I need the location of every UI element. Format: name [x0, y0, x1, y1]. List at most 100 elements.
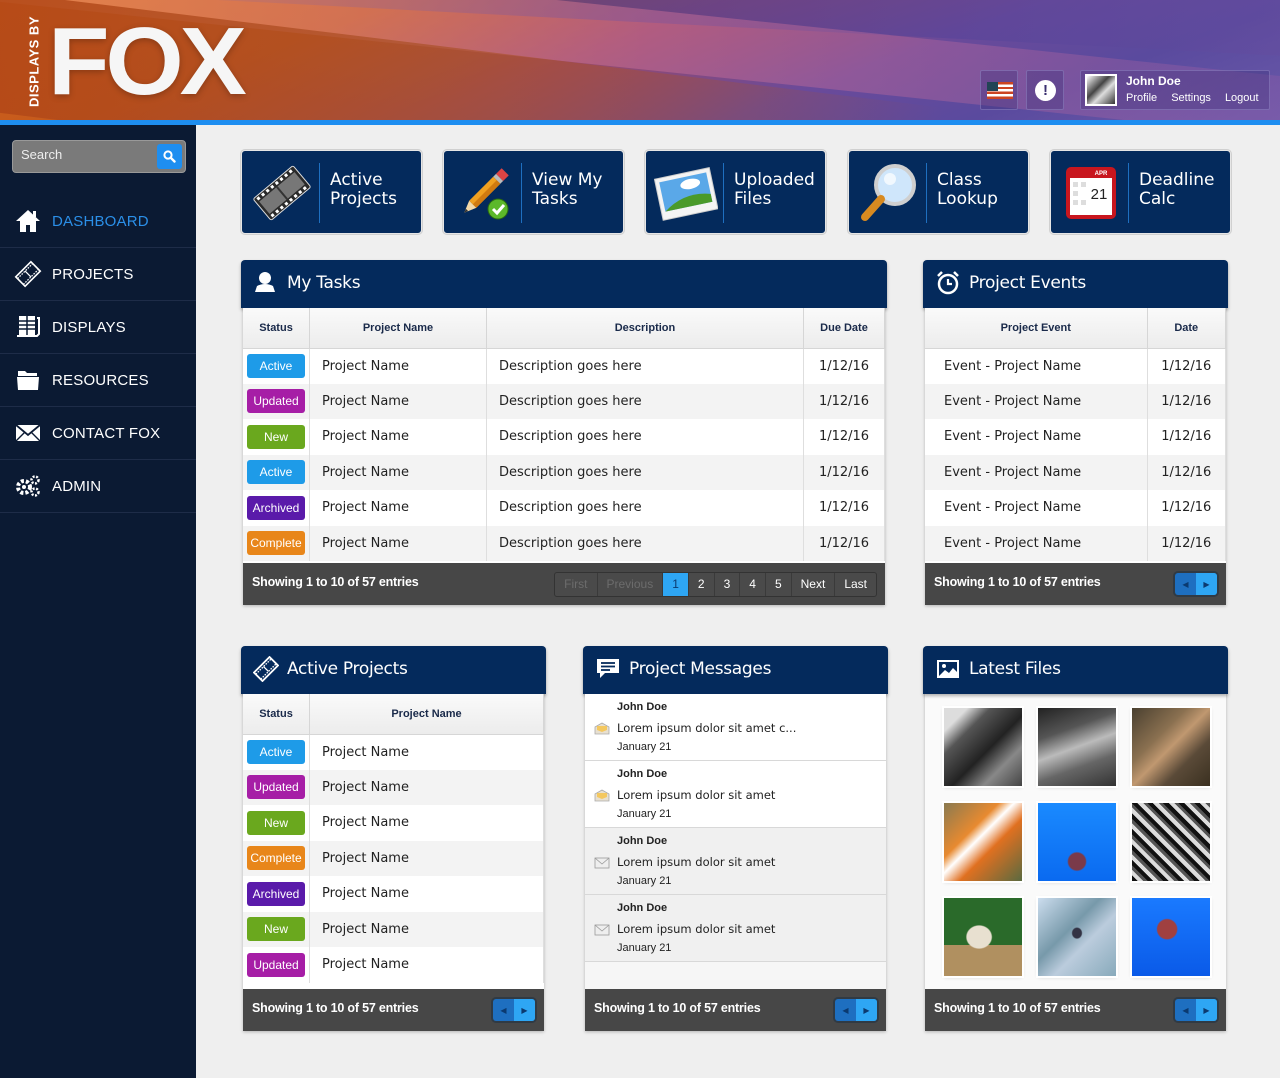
file-thumbnail[interactable]: [944, 803, 1022, 881]
status-badge[interactable]: Updated: [247, 952, 305, 977]
status-badge[interactable]: Archived: [247, 495, 305, 520]
message-item[interactable]: John Doe Lorem ipsum dolor sit amet c... J…: [585, 694, 886, 761]
status-badge[interactable]: Complete: [247, 846, 305, 871]
file-thumbnail[interactable]: [1038, 803, 1116, 881]
message-item[interactable]: John Doe Lorem ipsum dolor sit amet Januar…: [585, 895, 886, 962]
logo[interactable]: FOX: [48, 14, 247, 110]
column-header[interactable]: Status: [243, 694, 310, 735]
next-arrow-button[interactable]: ▶: [1196, 573, 1217, 595]
previous-arrow-button[interactable]: ◀: [835, 999, 856, 1021]
file-thumbnail[interactable]: [1132, 898, 1210, 976]
profile-link[interactable]: Profile: [1126, 92, 1157, 104]
project-name-cell[interactable]: Project Name: [309, 769, 544, 805]
column-header[interactable]: Due Date: [803, 308, 885, 349]
status-badge[interactable]: New: [247, 810, 305, 835]
status-badge[interactable]: Updated: [247, 389, 305, 414]
column-header[interactable]: Project Name: [309, 694, 544, 735]
page-4-button[interactable]: 4: [740, 573, 766, 596]
event-cell[interactable]: Event - Project Name: [925, 383, 1148, 419]
project-name-cell[interactable]: Project Name: [309, 805, 544, 841]
tile-active-projects[interactable]: Active Projects: [241, 150, 422, 234]
project-name-cell[interactable]: Project Name: [309, 911, 544, 947]
alerts-button[interactable]: !: [1026, 70, 1064, 110]
event-cell[interactable]: Event - Project Name: [925, 490, 1148, 526]
project-name-cell[interactable]: Project Name: [309, 419, 487, 455]
search-input[interactable]: [21, 147, 151, 162]
previous-arrow-button[interactable]: ◀: [493, 999, 514, 1021]
project-name-cell[interactable]: Project Name: [309, 490, 487, 526]
status-badge[interactable]: Updated: [247, 775, 305, 800]
file-thumbnail[interactable]: [944, 898, 1022, 976]
column-header[interactable]: Project Name: [309, 308, 487, 349]
project-name-cell[interactable]: Project Name: [309, 947, 544, 983]
sidebar-item-admin[interactable]: ADMIN: [0, 460, 196, 513]
status-badge[interactable]: Active: [247, 740, 305, 764]
next-arrow-button[interactable]: ▶: [856, 999, 877, 1021]
avatar[interactable]: [1085, 74, 1117, 106]
status-badge[interactable]: New: [247, 424, 305, 449]
file-thumbnail[interactable]: [1132, 708, 1210, 786]
page-5-button[interactable]: 5: [766, 573, 792, 596]
next-page-button[interactable]: Next: [792, 573, 836, 596]
sidebar-item-projects[interactable]: PROJECTS: [0, 248, 196, 301]
event-cell[interactable]: Event - Project Name: [925, 348, 1148, 384]
next-arrow-button[interactable]: ▶: [1196, 999, 1217, 1021]
project-name-cell[interactable]: Project Name: [309, 383, 487, 419]
table-row[interactable]: Event - Project Name 1/12/16: [925, 383, 1226, 419]
table-row[interactable]: Event - Project Name 1/12/16: [925, 490, 1226, 526]
table-row[interactable]: Event - Project Name 1/12/16: [925, 454, 1226, 490]
tile-class-lookup[interactable]: Class Lookup: [848, 150, 1029, 234]
message-item[interactable]: John Doe Lorem ipsum dolor sit amet Januar…: [585, 828, 886, 895]
table-row[interactable]: Complete Project Name: [243, 840, 544, 876]
table-row[interactable]: Event - Project Name 1/12/16: [925, 419, 1226, 455]
table-row[interactable]: New Project Name Description goes here 1/12…: [243, 419, 885, 455]
column-header[interactable]: Date: [1147, 308, 1226, 349]
column-header[interactable]: Status: [243, 308, 310, 349]
event-cell[interactable]: Event - Project Name: [925, 419, 1148, 455]
next-arrow-button[interactable]: ▶: [514, 999, 535, 1021]
table-row[interactable]: Updated Project Name: [243, 769, 544, 805]
column-header[interactable]: Project Event: [925, 308, 1148, 349]
status-badge[interactable]: Complete: [247, 531, 305, 556]
project-name-cell[interactable]: Project Name: [309, 734, 544, 770]
sidebar-item-displays[interactable]: DISPLAYS: [0, 301, 196, 354]
sidebar-item-dashboard[interactable]: DASHBOARD: [0, 195, 196, 248]
tile-deadline-calc[interactable]: APR 21 Deadline Calc: [1050, 150, 1231, 234]
event-cell[interactable]: Event - Project Name: [925, 525, 1148, 561]
tile-view-my-tasks[interactable]: View My Tasks: [443, 150, 624, 234]
table-row[interactable]: Active Project Name: [243, 734, 544, 770]
logout-link[interactable]: Logout: [1225, 92, 1259, 104]
project-name-cell[interactable]: Project Name: [309, 348, 487, 384]
page-1-button[interactable]: 1: [663, 573, 689, 596]
project-name-cell[interactable]: Project Name: [309, 876, 544, 912]
table-row[interactable]: Complete Project Name Description goes her…: [243, 525, 885, 561]
table-row[interactable]: Active Project Name Description goes here 1…: [243, 348, 885, 384]
sidebar-item-contact-fox[interactable]: CONTACT FOX: [0, 407, 196, 460]
project-name-cell[interactable]: Project Name: [309, 454, 487, 490]
status-badge[interactable]: Archived: [247, 881, 305, 906]
status-badge[interactable]: New: [247, 917, 305, 942]
previous-page-button[interactable]: Previous: [598, 573, 664, 596]
search-button[interactable]: [157, 144, 182, 169]
table-row[interactable]: Archived Project Name: [243, 876, 544, 912]
file-thumbnail[interactable]: [1132, 803, 1210, 881]
page-3-button[interactable]: 3: [715, 573, 741, 596]
last-page-button[interactable]: Last: [835, 573, 876, 596]
table-row[interactable]: New Project Name: [243, 805, 544, 841]
page-2-button[interactable]: 2: [689, 573, 715, 596]
file-thumbnail[interactable]: [1038, 708, 1116, 786]
language-button[interactable]: [980, 70, 1018, 110]
project-name-cell[interactable]: Project Name: [309, 525, 487, 561]
table-row[interactable]: Event - Project Name 1/12/16: [925, 348, 1226, 384]
event-cell[interactable]: Event - Project Name: [925, 454, 1148, 490]
status-badge[interactable]: Active: [247, 460, 305, 485]
table-row[interactable]: Archived Project Name Description goes her…: [243, 490, 885, 526]
message-item[interactable]: John Doe Lorem ipsum dolor sit amet Januar…: [585, 761, 886, 828]
file-thumbnail[interactable]: [944, 708, 1022, 786]
file-thumbnail[interactable]: [1038, 898, 1116, 976]
table-row[interactable]: Updated Project Name: [243, 947, 544, 983]
table-row[interactable]: Event - Project Name 1/12/16: [925, 525, 1226, 561]
column-header[interactable]: Description: [486, 308, 804, 349]
table-row[interactable]: Updated Project Name Description goes here…: [243, 383, 885, 419]
settings-link[interactable]: Settings: [1171, 92, 1211, 104]
